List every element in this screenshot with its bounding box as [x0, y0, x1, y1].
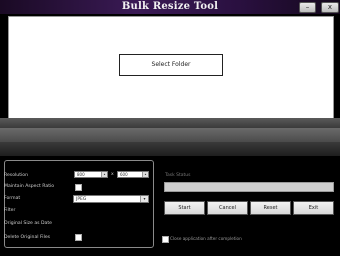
task-status-label: Task Status [165, 173, 191, 178]
close-button[interactable]: x [321, 2, 339, 13]
divider-band-top [0, 118, 340, 128]
width-input[interactable]: 800 ▴ [74, 171, 108, 178]
cancel-button[interactable]: Cancel [207, 201, 248, 215]
height-input[interactable]: 600 ▴ [117, 171, 149, 178]
format-label: Format [4, 196, 21, 201]
filter-label: Filter [4, 208, 16, 213]
maintain-aspect-label: Maintain Aspect Ratio [4, 184, 55, 189]
height-value: 600 [120, 172, 128, 177]
select-folder-button[interactable]: Select Folder [119, 54, 223, 76]
exit-button[interactable]: Exit [293, 201, 334, 215]
divider-band-middle [0, 128, 340, 142]
divider-band-bottom [0, 142, 340, 156]
format-value: JPEG [76, 197, 87, 202]
original-size-label: Original Size as Date [4, 221, 52, 226]
close-after-checkbox[interactable] [162, 236, 169, 243]
minimize-button[interactable]: – [299, 2, 316, 13]
height-spinner-icon[interactable]: ▴ [142, 172, 148, 177]
task-progress-bar [164, 182, 334, 192]
maintain-aspect-checkbox[interactable] [75, 184, 82, 191]
title-bar: Bulk Resize Tool – x [0, 0, 340, 14]
close-after-label: Close application after completion [170, 236, 242, 241]
format-select[interactable]: JPEG ▾ [73, 195, 149, 203]
folder-panel: Select Folder [8, 16, 334, 119]
width-value: 800 [77, 172, 85, 177]
resolution-label: Resolution [4, 173, 29, 178]
start-button[interactable]: Start [164, 201, 205, 215]
delete-originals-checkbox[interactable] [75, 234, 82, 241]
window-title: Bulk Resize Tool [121, 1, 219, 12]
width-spinner-icon[interactable]: ▴ [101, 172, 107, 177]
dimension-separator: x [111, 172, 114, 177]
reset-button[interactable]: Reset [250, 201, 291, 215]
chevron-down-icon[interactable]: ▾ [140, 196, 148, 202]
delete-originals-label: Delete Original Files [4, 235, 51, 240]
